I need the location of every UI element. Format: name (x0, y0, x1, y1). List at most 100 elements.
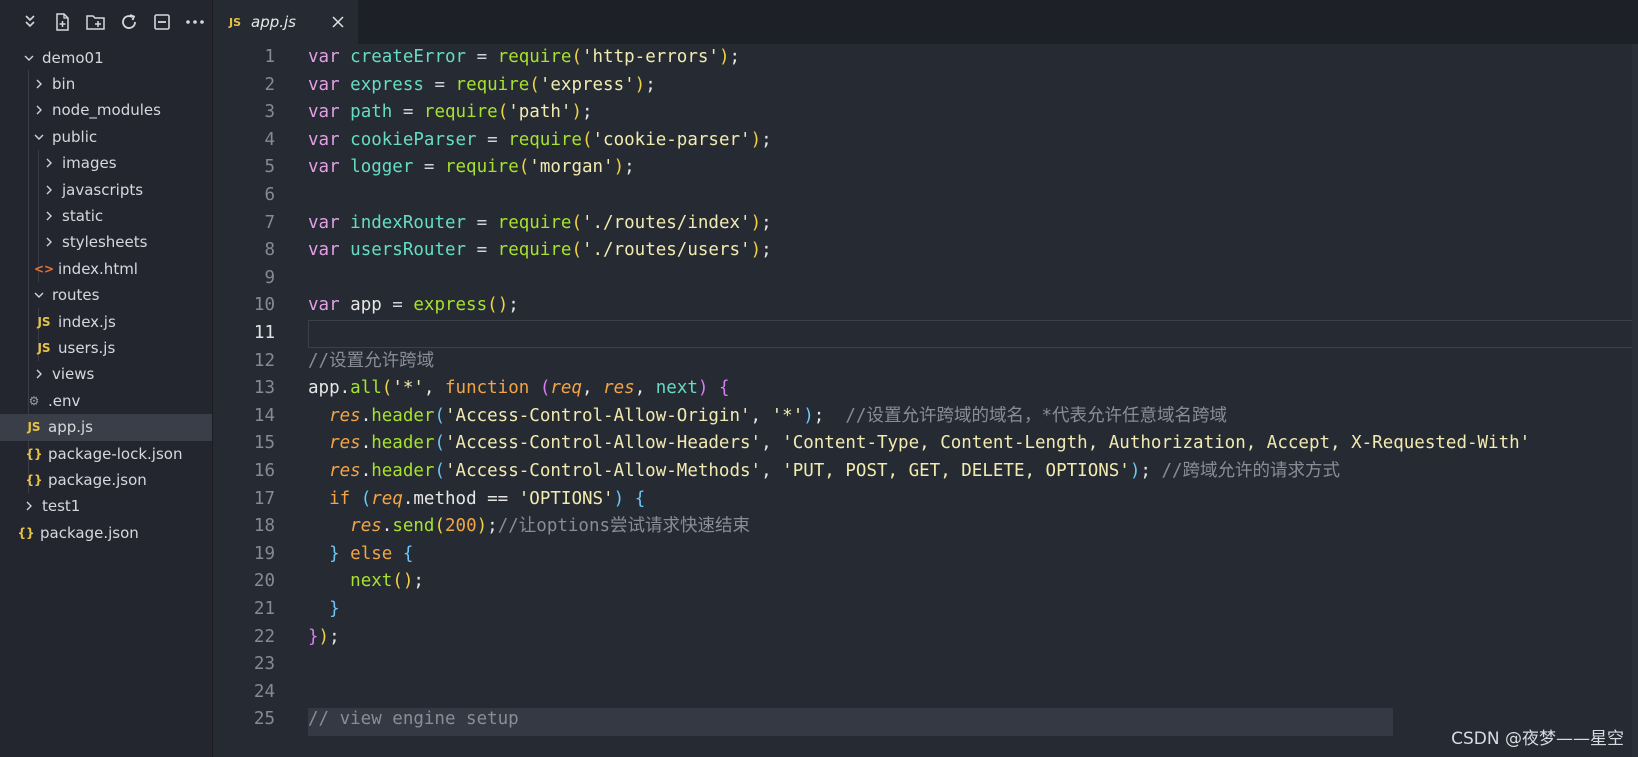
code-token: './routes/index' (581, 212, 751, 233)
code-token: var (308, 47, 351, 67)
code-token: var (308, 129, 351, 150)
collapse-icon[interactable] (18, 10, 42, 34)
tree-item-label: stylesheets (62, 233, 148, 252)
tree-folder[interactable]: static (0, 202, 212, 229)
tree-item-label: index.html (58, 259, 138, 278)
new-folder-icon[interactable] (84, 10, 108, 34)
code-token: ) (750, 240, 762, 261)
tree-folder[interactable]: javascripts (0, 176, 212, 203)
tree-item-label: public (52, 127, 98, 146)
code-token: ( (360, 488, 372, 509)
line-number: 9 (264, 267, 275, 288)
tree-folder[interactable]: routes (0, 282, 212, 309)
chevron-right-icon (32, 104, 46, 116)
tree-file[interactable]: JS app.js (0, 413, 212, 441)
code-token: var (308, 240, 351, 261)
tree-item-label: node_modules (52, 101, 161, 120)
tree-item-label: package-lock.json (48, 444, 183, 463)
code-token: '*' (771, 405, 804, 426)
code-line: var createError = require('http-errors')… (308, 44, 740, 72)
code-editor[interactable]: 1 var createError = require('http-errors'… (213, 44, 1638, 757)
tree-file[interactable]: {} package-lock.json (0, 440, 212, 467)
code-token: require (423, 102, 498, 123)
code-token: header (371, 405, 435, 426)
code-token: , (582, 378, 604, 399)
new-file-icon[interactable] (51, 10, 75, 34)
code-token: { (719, 378, 730, 399)
code-token: express (350, 74, 424, 95)
chevron-right-icon (42, 157, 56, 169)
chevron-right-icon (42, 236, 56, 248)
close-icon[interactable] (328, 12, 348, 32)
chevron-right-icon (32, 78, 46, 90)
collapse-all-icon[interactable] (150, 10, 174, 34)
tree-item-label: views (52, 365, 95, 384)
code-token: var (308, 212, 351, 233)
tree-folder[interactable]: test1 (0, 493, 212, 520)
line-number: 2 (264, 74, 275, 95)
tree-folder[interactable]: demo01 (0, 44, 212, 71)
tree-file[interactable]: <> index.html (0, 255, 212, 282)
tree-folder[interactable]: images (0, 150, 212, 177)
js-file-icon: JS (229, 15, 242, 29)
tree-folder[interactable]: bin (0, 70, 212, 97)
code-token: } (308, 626, 319, 647)
code-token: { (634, 488, 646, 509)
code-token: 'PUT, POST, GET, DELETE, OPTIONS' (782, 461, 1130, 481)
tree-folder[interactable]: views (0, 361, 212, 388)
tree-file[interactable]: JS index.js (0, 308, 212, 335)
code-token: ; (645, 74, 656, 95)
code-token: ) (1129, 461, 1141, 481)
code-line: //设置允许跨域 (308, 348, 434, 376)
tree-file[interactable]: {} package.json (0, 466, 212, 493)
code-token: ( (434, 461, 445, 481)
editor-scrollbar[interactable] (1632, 44, 1638, 757)
tree-item-label: static (62, 206, 104, 225)
code-token: ) (634, 74, 646, 95)
code-line: var usersRouter = require('./routes/user… (308, 237, 772, 265)
tree-folder[interactable]: stylesheets (0, 229, 212, 256)
tree-item-label: test1 (42, 497, 81, 516)
code-token: ) (613, 157, 625, 178)
line-number: 1 (264, 47, 275, 67)
chevron-right-icon (22, 500, 36, 512)
tree-file[interactable]: JS users.js (0, 334, 212, 361)
code-token: ) (402, 571, 414, 592)
line-number: 24 (253, 681, 275, 702)
json-file-icon: {} (17, 525, 35, 540)
more-icon[interactable] (183, 10, 207, 34)
code-token: else (339, 543, 403, 564)
code-token: function (445, 378, 530, 399)
explorer-toolbar (0, 0, 212, 44)
code-token: if (329, 488, 351, 509)
code-token: ( (571, 47, 582, 67)
tree-item-label: routes (52, 286, 100, 305)
watermark: CSDN @夜梦——星空 (1451, 729, 1624, 749)
code-token: , (634, 378, 656, 399)
code-token: = (466, 212, 498, 233)
code-token: , (423, 378, 445, 399)
code-token: indexRouter (350, 212, 467, 233)
code-token: path (350, 102, 393, 123)
code-token: 'http-errors' (581, 47, 719, 67)
chevron-right-icon (32, 368, 46, 380)
code-token: usersRouter (350, 240, 467, 261)
js-file-icon: JS (37, 340, 51, 355)
code-token: '*' (392, 378, 424, 399)
refresh-icon[interactable] (117, 10, 141, 34)
tree-folder[interactable]: public (0, 123, 212, 150)
tree-item-label: bin (52, 74, 76, 93)
chevron-right-icon (42, 184, 56, 196)
tab-app-js[interactable]: JS app.js (213, 0, 358, 44)
tree-file[interactable]: ⚙ .env (0, 387, 212, 414)
tree-file[interactable]: {} package.json (0, 519, 212, 546)
code-token: ( (581, 129, 593, 150)
code-token: . (360, 405, 372, 426)
line-number: 12 (253, 350, 275, 371)
tab-bar: JS app.js (213, 0, 1638, 44)
code-token: //设置允许跨域的域名，*代表允许任意域名跨域 (845, 405, 1227, 426)
tree-folder[interactable]: node_modules (0, 97, 212, 124)
code-line: var express = require('express'); (308, 72, 656, 100)
code-token: , (761, 461, 783, 481)
